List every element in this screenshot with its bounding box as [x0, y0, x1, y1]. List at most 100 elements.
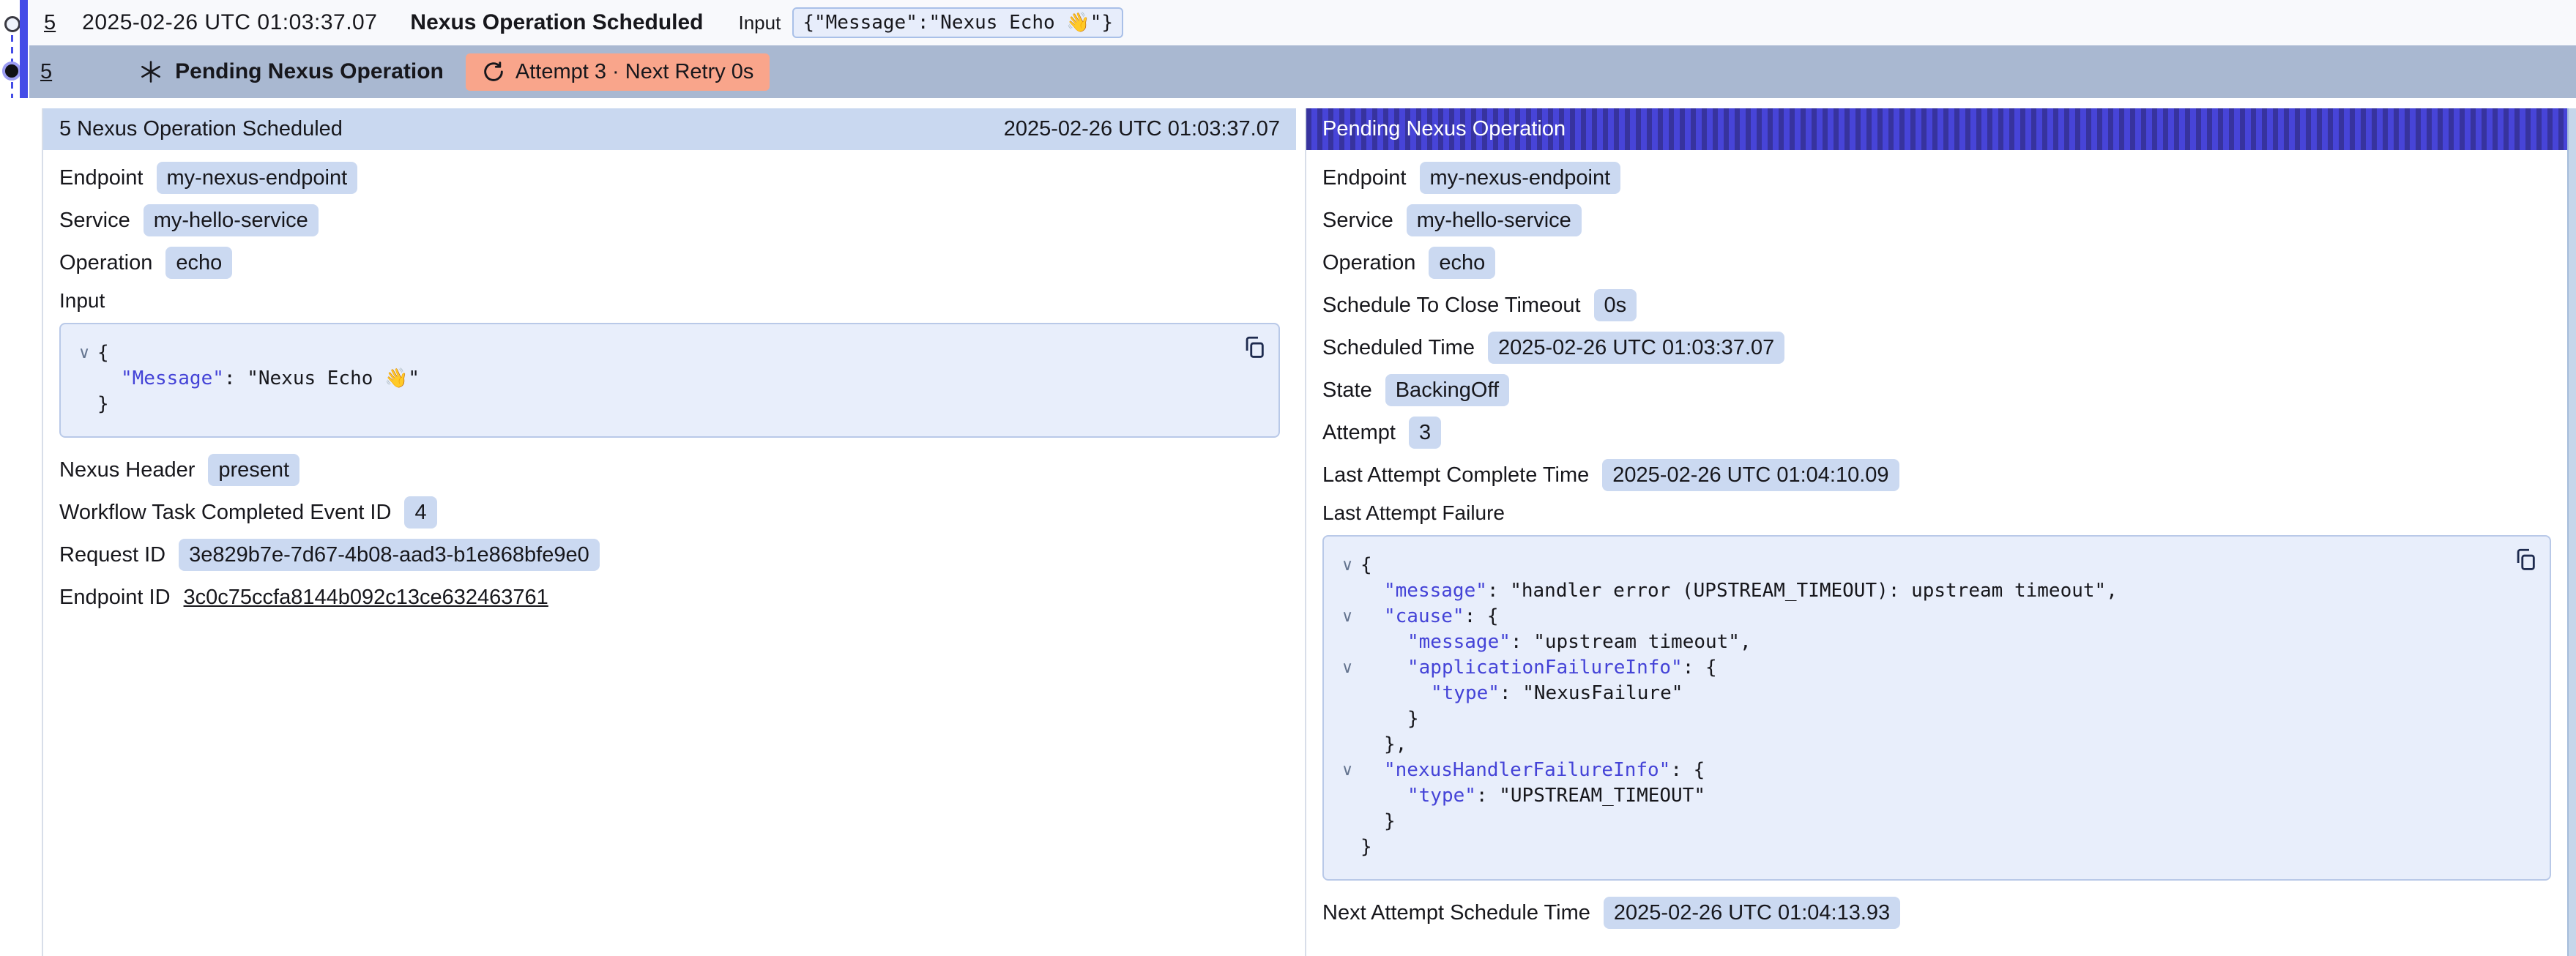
- input-json-viewer: ∨{"Message": "Nexus Echo 👋"}: [59, 323, 1280, 438]
- field-value-badge: 3: [1409, 417, 1441, 449]
- pending-id-link[interactable]: 5: [40, 60, 52, 84]
- pending-panel-header: Pending Nexus Operation: [1306, 108, 2567, 150]
- field-label: Request ID: [59, 543, 165, 567]
- failure-section-label: Last Attempt Failure: [1322, 501, 2551, 525]
- json-token: : {: [1683, 657, 1717, 679]
- event-node-icon[interactable]: [4, 16, 21, 32]
- json-token: },: [1384, 733, 1407, 755]
- field-value-badge: 2025-02-26 UTC 01:04:13.93: [1604, 897, 1900, 929]
- field-value-badge: 2025-02-26 UTC 01:03:37.07: [1488, 332, 1784, 364]
- event-panel-header: 5 Nexus Operation Scheduled 2025-02-26 U…: [43, 108, 1296, 150]
- event-input-label: Input: [739, 12, 781, 34]
- json-token: :: [1476, 785, 1499, 807]
- event-id-badge[interactable]: 4: [404, 496, 436, 529]
- json-line: "type": "NexusFailure": [1334, 681, 2535, 706]
- copy-icon[interactable]: [1242, 335, 1267, 359]
- endpoint-id-link[interactable]: 3c0c75ccfa8144b092c13ce632463761: [184, 585, 548, 610]
- json-line-content: "message": "upstream timeout",: [1360, 630, 1752, 655]
- json-line-content: }: [1360, 809, 1396, 834]
- event-title: Nexus Operation Scheduled: [410, 10, 703, 35]
- json-token: :: [1511, 631, 1533, 653]
- retry-badge-text: Attempt 3 · Next Retry 0s: [515, 60, 754, 84]
- event-input-chip: {"Message":"Nexus Echo 👋"}: [792, 7, 1123, 38]
- json-key: "message": [1384, 580, 1487, 602]
- field-value-badge: my-hello-service: [1407, 204, 1582, 236]
- json-token: "upstream timeout": [1533, 631, 1740, 653]
- field-value-badge: my-nexus-endpoint: [157, 162, 358, 194]
- json-line-content: "message": "handler error (UPSTREAM_TIME…: [1360, 578, 2118, 604]
- pending-operation-row[interactable]: 5 Pending Nexus Operation Attempt 3 · Ne…: [29, 45, 2576, 98]
- json-line: ∨"cause": {: [1334, 604, 2535, 630]
- json-line: },: [1334, 732, 2535, 758]
- field-row: Attempt 3: [1322, 417, 2551, 449]
- json-key: "message": [1407, 631, 1511, 653]
- copy-icon[interactable]: [2513, 547, 2538, 572]
- json-line: ∨ "applicationFailureInfo": {: [1334, 655, 2535, 681]
- json-key: "type": [1431, 682, 1500, 704]
- field-value-badge: echo: [165, 247, 232, 279]
- field-row: Next Attempt Schedule Time 2025-02-26 UT…: [1322, 897, 2551, 929]
- collapse-chevron-icon[interactable]: ∨: [1334, 553, 1360, 578]
- json-line: }: [1334, 706, 2535, 732]
- field-label: Operation: [1322, 251, 1415, 275]
- json-token: : {: [1464, 605, 1499, 627]
- event-detail-panels: 5 Nexus Operation Scheduled 2025-02-26 U…: [42, 108, 2567, 956]
- json-line: "message": "handler error (UPSTREAM_TIME…: [1334, 578, 2535, 604]
- json-token: "handler error (UPSTREAM_TIMEOUT): upstr…: [1510, 580, 2106, 602]
- json-line-content: }: [97, 392, 109, 417]
- json-line-content: "cause": {: [1360, 604, 1499, 630]
- collapse-chevron-icon[interactable]: ∨: [71, 340, 97, 366]
- json-line: ∨{: [1334, 553, 2535, 578]
- field-value-badge: my-hello-service: [144, 204, 319, 236]
- field-row: State BackingOff: [1322, 374, 2551, 406]
- field-row: Request ID 3e829b7e-7d67-4b08-aad3-b1e86…: [59, 539, 1280, 571]
- field-label: Attempt: [1322, 421, 1396, 445]
- json-line-content: {: [97, 340, 109, 366]
- json-token: }: [1407, 708, 1419, 730]
- field-label: Endpoint ID: [59, 586, 171, 610]
- field-row: Workflow Task Completed Event ID 4: [59, 496, 1280, 529]
- field-label: Service: [1322, 209, 1393, 233]
- json-token: : {: [1670, 759, 1705, 781]
- json-line: ∨"nexusHandlerFailureInfo": {: [1334, 758, 2535, 783]
- retry-icon: [482, 60, 505, 83]
- collapse-chevron-icon[interactable]: ∨: [1334, 758, 1360, 783]
- field-label: Operation: [59, 251, 152, 275]
- state-badge: BackingOff: [1385, 374, 1509, 406]
- field-row: Operation echo: [59, 247, 1280, 279]
- collapse-chevron-icon[interactable]: ∨: [1334, 604, 1360, 630]
- event-row[interactable]: 5 2025-02-26 UTC 01:03:37.07 Nexus Opera…: [29, 0, 2576, 45]
- collapse-chevron-icon[interactable]: ∨: [1334, 655, 1360, 681]
- json-line-content: "type": "UPSTREAM_TIMEOUT": [1360, 783, 1705, 809]
- json-token: ,: [2106, 580, 2118, 602]
- field-row: Endpoint my-nexus-endpoint: [1322, 162, 2551, 194]
- field-row: Endpoint my-nexus-endpoint: [59, 162, 1280, 194]
- field-value-badge: 2025-02-26 UTC 01:04:10.09: [1602, 459, 1899, 491]
- json-line: "type": "UPSTREAM_TIMEOUT": [1334, 783, 2535, 809]
- field-label: Nexus Header: [59, 458, 195, 482]
- field-row: Schedule To Close Timeout 0s: [1322, 289, 2551, 321]
- input-section-label: Input: [59, 289, 1280, 313]
- field-row: Nexus Header present: [59, 454, 1280, 486]
- json-token: }: [1360, 836, 1372, 858]
- event-id-link[interactable]: 5: [44, 11, 56, 35]
- json-line: }: [1334, 834, 2535, 860]
- scrollbar[interactable]: [2567, 108, 2576, 956]
- json-line-content: "type": "NexusFailure": [1360, 681, 1683, 706]
- event-detail-panel: 5 Nexus Operation Scheduled 2025-02-26 U…: [42, 108, 1296, 956]
- json-token: {: [97, 342, 109, 364]
- field-label: Scheduled Time: [1322, 336, 1475, 360]
- field-value-badge: 3e829b7e-7d67-4b08-aad3-b1e868bfe9e0: [179, 539, 600, 571]
- json-token: :: [224, 367, 247, 389]
- retry-badge: Attempt 3 · Next Retry 0s: [466, 53, 770, 91]
- json-line-content: }: [1360, 706, 1419, 732]
- field-value-badge: my-nexus-endpoint: [1420, 162, 1621, 194]
- json-line: "Message": "Nexus Echo 👋": [71, 366, 1264, 392]
- pending-node-icon[interactable]: [2, 61, 21, 81]
- json-key: "applicationFailureInfo": [1407, 657, 1683, 679]
- field-label: Service: [59, 209, 130, 233]
- timeline-active-bar: [20, 0, 28, 98]
- json-line-content: }: [1360, 834, 1372, 860]
- event-panel-title: 5 Nexus Operation Scheduled: [59, 117, 343, 141]
- json-token: }: [97, 393, 109, 415]
